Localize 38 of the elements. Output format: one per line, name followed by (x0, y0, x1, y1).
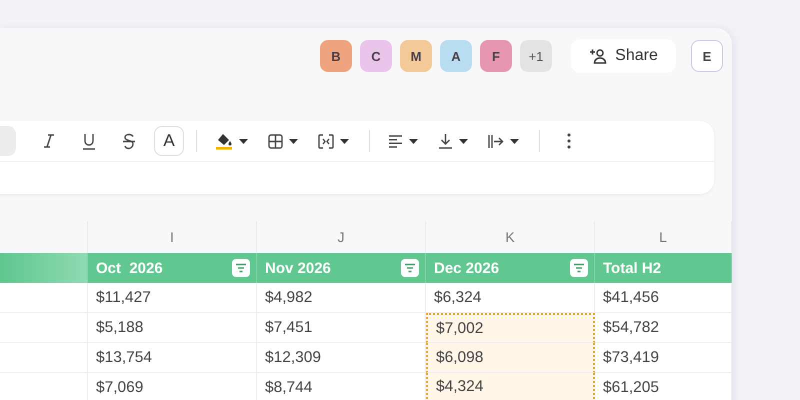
caret-icon (289, 138, 298, 144)
filter-icon[interactable] (570, 259, 588, 277)
more-icon (567, 133, 571, 149)
filter-icon[interactable] (232, 259, 250, 277)
collaborator-avatar[interactable]: M (400, 40, 432, 72)
table-cell: $7,069 (88, 373, 257, 400)
text-color-button[interactable]: A (154, 126, 184, 156)
text-wrap-icon (488, 134, 504, 148)
strikethrough-icon (122, 132, 136, 150)
underline-icon (82, 132, 96, 150)
merge-cells-icon (318, 134, 334, 148)
align-bottom-icon (438, 133, 453, 149)
table-cell: $6,098 (426, 343, 595, 373)
collaborator-avatar[interactable]: F (480, 40, 512, 72)
caret-icon (459, 138, 468, 144)
borders-icon (268, 134, 283, 148)
italic-icon (43, 133, 55, 149)
share-button[interactable]: Share (571, 39, 676, 73)
caret-icon (340, 138, 349, 144)
column-header: Nov 2026 (265, 260, 331, 276)
collaborator-avatar[interactable]: C (360, 40, 392, 72)
column-header: Oct 2026 (96, 260, 163, 276)
paint-bucket-icon (215, 132, 233, 150)
caret-icon (409, 138, 418, 144)
caret-icon (239, 138, 248, 144)
column-header: Dec 2026 (434, 260, 500, 276)
user-button[interactable]: E (691, 40, 723, 72)
filter-icon[interactable] (401, 259, 419, 277)
collaborator-avatar[interactable]: A (440, 40, 472, 72)
caret-icon (510, 138, 519, 144)
add-person-icon (589, 48, 608, 64)
more-collaborators-badge[interactable]: +1 (520, 40, 552, 72)
align-left-icon (388, 134, 403, 148)
collaborator-avatar[interactable]: B (320, 40, 352, 72)
table-cell: $4,324 (426, 373, 595, 400)
column-header: Total H2 (603, 260, 662, 276)
table-cell: $7,002 (426, 313, 595, 343)
table-cell: $61,205 (595, 373, 732, 400)
